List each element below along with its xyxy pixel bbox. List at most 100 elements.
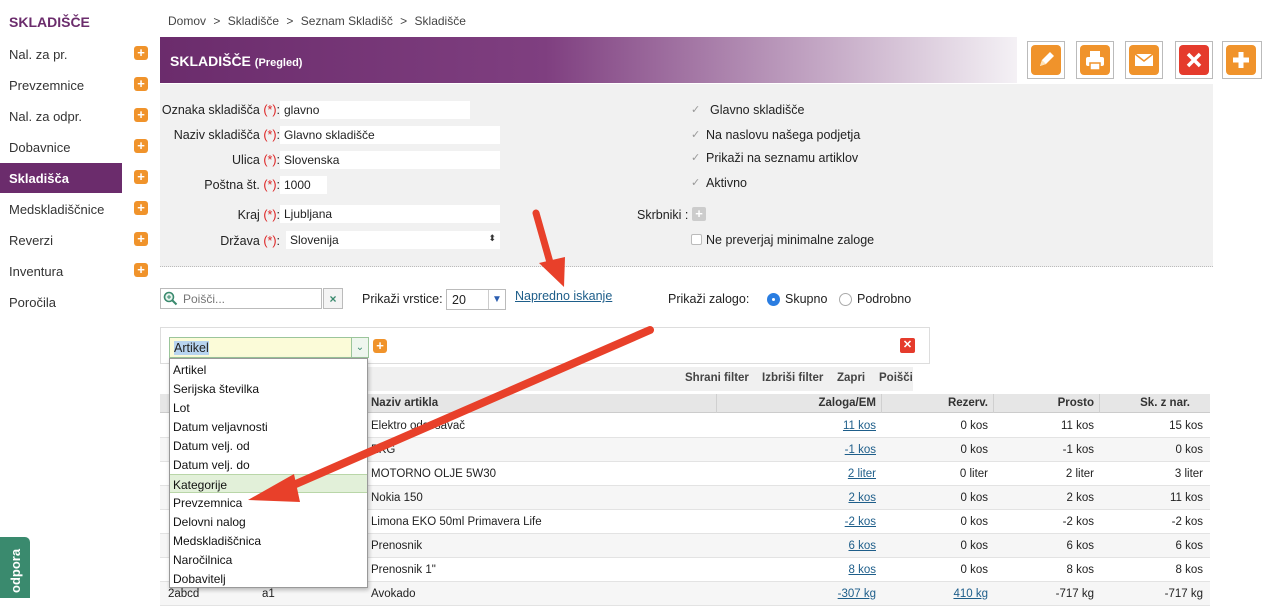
option-dobavitelj[interactable]: Dobavitelj [170,569,367,588]
option-kategorije[interactable]: Kategorije [170,474,367,493]
cell-name: Elektro odsesavač [371,420,465,432]
cell-prosto: -2 kos [1062,516,1094,528]
check-icon[interactable]: ✓ [691,104,703,116]
option-artikel[interactable]: Artikel [170,360,367,379]
label-kraj: Kraj (*): [160,208,280,222]
sidebar-item-label: Dobavnice [9,140,71,155]
breadcrumb-separator: > [286,14,294,28]
cell-zaloga-link[interactable]: -1 kos [716,444,876,456]
delete-button[interactable] [1175,41,1213,79]
add-icon[interactable]: + [134,77,148,91]
sidebar-item-nal-za-pr[interactable]: Nal. za pr. + [0,39,152,69]
page-subtitle: (Pregled) [254,57,303,69]
edit-button[interactable] [1027,41,1065,79]
postna-field[interactable] [280,176,327,194]
breadcrumb-seznam[interactable]: Seznam Skladišč [301,14,393,28]
print-button[interactable] [1076,41,1114,79]
required-mark: (*) [263,128,277,142]
delete-filter-button[interactable]: Izbriši filter [762,372,823,384]
advanced-search-link[interactable]: Napredno iskanje [515,289,612,303]
label-drzava: Država (*): [160,234,280,248]
cell-zaloga-link[interactable]: 8 kos [716,564,877,576]
cell-zaloga-link[interactable]: 6 kos [716,540,877,552]
add-icon[interactable]: + [134,263,148,277]
option-delovni-nalog[interactable]: Delovni nalog [170,512,367,531]
ulica-field[interactable] [280,151,500,169]
add-icon[interactable]: + [134,201,148,215]
breadcrumb: Domov > Skladišče > Seznam Skladišč > Sk… [168,14,470,28]
clear-search-button[interactable]: × [323,288,343,309]
check-icon[interactable]: ✓ [691,152,703,164]
sidebar-item-medskladiscnice[interactable]: Medskladiščnice + [0,194,152,224]
support-tab[interactable]: odpora [0,537,30,598]
naziv-field[interactable] [280,126,500,144]
option-narocilnica[interactable]: Naročilnica [170,550,367,569]
cell-rezerv: 0 kos [960,492,989,504]
cell-rezerv: 0 kos [960,516,989,528]
add-icon[interactable]: + [134,139,148,153]
chevron-down-icon: ⌄ [351,338,368,357]
option-medskladiscnica[interactable]: Medskladiščnica [170,531,367,550]
add-skrbnik-icon[interactable]: + [692,207,706,221]
col-rezerv[interactable]: Rezerv. [881,397,988,409]
cell-zaloga-link[interactable]: 2 liter [716,468,876,480]
cell-zaloga-link[interactable]: 2 kos [716,492,877,504]
option-prevzemnica[interactable]: Prevzemnica [170,493,367,512]
col-prosto[interactable]: Prosto [993,397,1094,409]
sidebar-item-inventura[interactable]: Inventura + [0,256,152,286]
cell-zaloga-link[interactable]: -2 kos [716,516,876,528]
option-datum-veljavnosti[interactable]: Datum veljavnosti [170,417,367,436]
check-icon[interactable]: ✓ [691,177,703,189]
sidebar-item-dobavnice[interactable]: Dobavnice + [0,132,152,162]
checkbox-minimalne[interactable] [691,234,702,245]
printer-icon [1080,45,1110,75]
sidebar-item-prevzemnice[interactable]: Prevzemnice + [0,70,152,100]
rows-label: Prikaži vrstice: [362,292,443,306]
check-icon[interactable]: ✓ [691,129,703,141]
support-label: odpora [8,548,23,593]
cell-zaloga-link[interactable]: -307 kg [716,588,876,600]
search-input[interactable] [183,290,318,307]
add-icon[interactable]: + [134,46,148,60]
option-datum-do[interactable]: Datum velj. do [170,455,367,474]
search-box[interactable] [160,288,322,309]
cell-rezerv: 0 kos [960,420,989,432]
add-icon[interactable]: + [134,108,148,122]
drzava-select[interactable]: Slovenija ⬍ [286,231,500,249]
option-serijska[interactable]: Serijska številka [170,379,367,398]
option-lot[interactable]: Lot [170,398,367,417]
add-icon[interactable]: + [134,170,148,184]
sidebar-item-porocila[interactable]: Poročila [0,287,152,317]
page-title: SKLADIŠČE (Pregled) [170,53,302,69]
close-filter-button[interactable]: Zapri [837,372,865,384]
col-naziv[interactable]: Naziv artikla [371,397,438,409]
sidebar-item-label: Inventura [9,264,64,279]
email-button[interactable] [1125,41,1163,79]
close-filter-icon[interactable]: ✕ [900,338,915,353]
sidebar-item-nal-za-odpr[interactable]: Nal. za odpr. + [0,101,152,131]
add-icon[interactable]: + [134,232,148,246]
breadcrumb-home[interactable]: Domov [168,14,206,28]
add-button[interactable] [1222,41,1262,79]
radio-skupno[interactable] [767,293,780,306]
col-sknar[interactable]: Sk. z nar. [1099,397,1190,409]
col-zaloga[interactable]: Zaloga/EM [716,397,876,409]
kraj-field[interactable] [280,205,500,223]
cell-zaloga-link[interactable]: 11 kos [716,420,876,432]
add-filter-icon[interactable]: + [373,339,387,353]
search-filter-button[interactable]: Poišči [879,372,913,384]
breadcrumb-skladisce[interactable]: Skladišče [228,14,279,28]
filter-field-select[interactable]: Artikel ⌄ [169,337,369,358]
sidebar-item-reverzi[interactable]: Reverzi + [0,225,152,255]
oznaka-field[interactable] [280,101,470,119]
cell-prosto: 2 kos [1066,492,1095,504]
sidebar-item-skladisca[interactable]: Skladišča [0,163,122,193]
save-filter-button[interactable]: Shrani filter [685,372,749,384]
option-datum-od[interactable]: Datum velj. od [170,436,367,455]
cell-rezerv: 0 kos [960,564,989,576]
radio-podrobno[interactable] [839,293,852,306]
cell-name: Avokado [371,588,416,600]
rows-select[interactable]: 20 ▼ [446,289,506,310]
label-text: Država [220,234,260,248]
cell-rezerv-link[interactable]: 410 kg [881,588,988,600]
